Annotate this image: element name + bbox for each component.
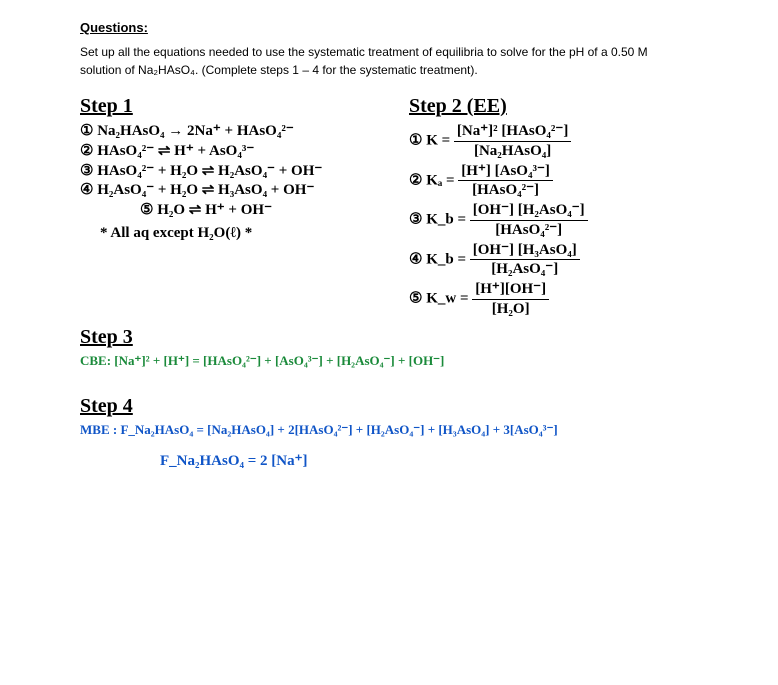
reaction-5: ⑤ H₂O ⇌ H⁺ + OH⁻ [80,201,409,220]
reaction-3: ③ HAsO₄²⁻ + H₂O ⇌ H₂AsO₄⁻ + OH⁻ [80,162,409,181]
k5-lhs: ⑤ K_w = [409,291,469,307]
k-expr-4: ④ K_b = [OH⁻] [H₃AsO₄] [H₂AsO₄⁻] [409,241,738,280]
step4-heading: Step 4 [80,395,738,418]
k5-numer: [H⁺][OH⁻] [472,280,549,300]
k1-lhs: ① K = [409,133,450,149]
mass-balance-2: F_Na₂HAsO₄ = 2 [Na⁺] [80,452,738,471]
k-expr-5: ⑤ K_w = [H⁺][OH⁻] [H₂O] [409,280,738,319]
phase-note: * All aq except H₂O(ℓ) * [80,224,409,243]
k2-numer: [H⁺] [AsO₄³⁻] [458,162,553,182]
questions-title: Questions: [80,20,738,35]
reaction-2: ② HAsO₄²⁻ ⇌ H⁺ + AsO₄³⁻ [80,142,409,161]
step2-heading: Step 2 (EE) [409,95,738,118]
k3-lhs: ③ K_b = [409,212,466,228]
k4-numer: [OH⁻] [H₃AsO₄] [470,241,580,261]
k1-numer: [Na⁺]² [HAsO₄²⁻] [454,122,571,142]
k4-lhs: ④ K_b = [409,251,466,267]
charge-balance: CBE: [Na⁺]² + [H⁺] = [HAsO₄²⁻] + [AsO₄³⁻… [80,353,738,369]
step1-heading: Step 1 [80,95,409,118]
k1-denom: [Na₂HAsO₄] [454,142,571,161]
reaction-1: ① Na₂HAsO₄ → 2Na⁺ + HAsO₄²⁻ [80,122,409,141]
k-expr-2: ② Kₐ = [H⁺] [AsO₄³⁻] [HAsO₄²⁻] [409,162,738,201]
k-expr-3: ③ K_b = [OH⁻] [H₂AsO₄⁻] [HAsO₄²⁻] [409,201,738,240]
k5-denom: [H₂O] [472,300,549,319]
k4-denom: [H₂AsO₄⁻] [470,260,580,279]
k-expr-1: ① K = [Na⁺]² [HAsO₄²⁻] [Na₂HAsO₄] [409,122,738,161]
question-prompt: Set up all the equations needed to use t… [80,43,680,79]
step3-heading: Step 3 [80,326,738,349]
k2-denom: [HAsO₄²⁻] [458,181,553,200]
mass-balance-1: MBE : F_Na₂HAsO₄ = [Na₂HAsO₄] + 2[HAsO₄²… [80,422,738,438]
k3-denom: [HAsO₄²⁻] [470,221,588,240]
reaction-4: ④ H₂AsO₄⁻ + H₂O ⇌ H₃AsO₄ + OH⁻ [80,181,409,200]
k2-lhs: ② Kₐ = [409,172,455,188]
k3-numer: [OH⁻] [H₂AsO₄⁻] [470,201,588,221]
